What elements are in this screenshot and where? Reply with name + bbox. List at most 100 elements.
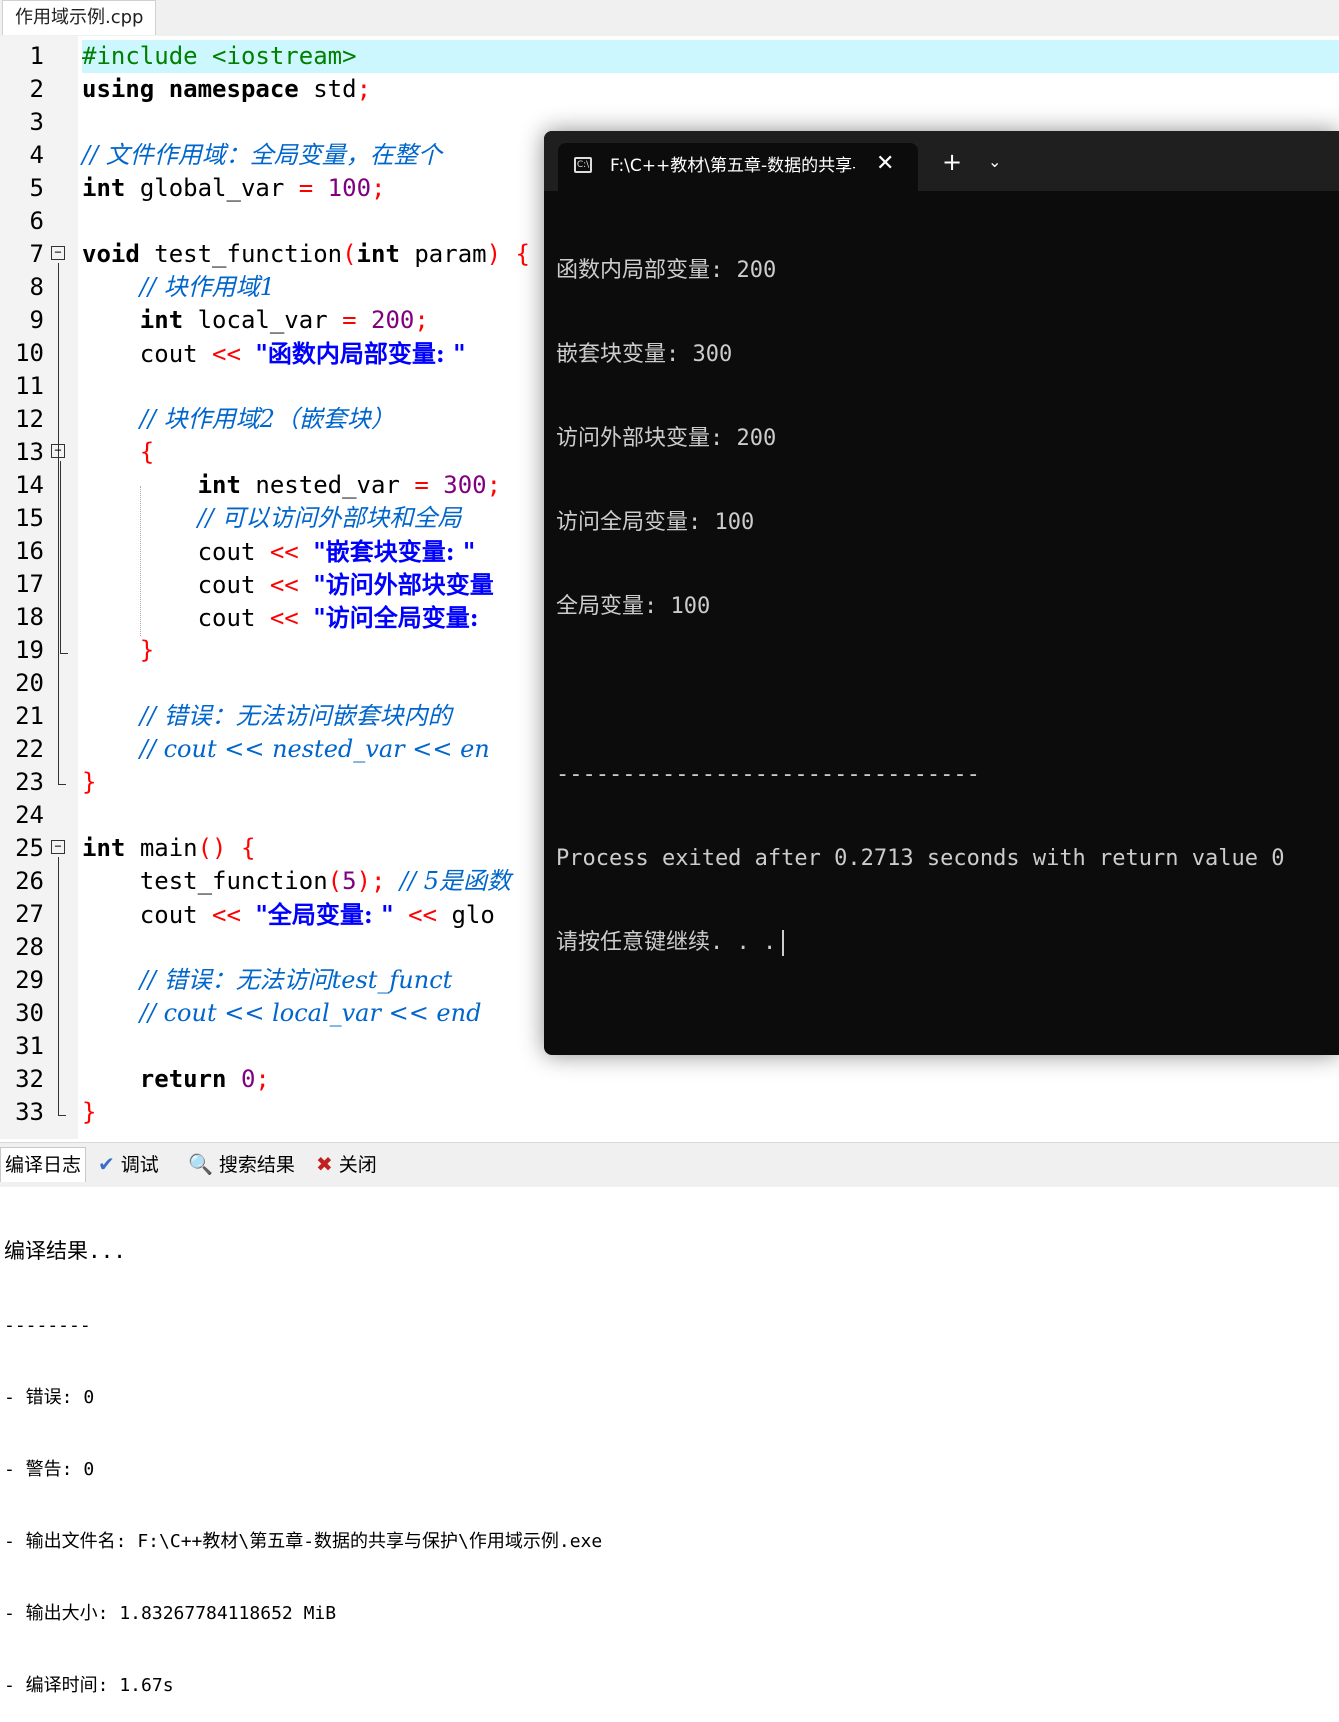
identifier: std	[313, 75, 357, 103]
number: 100	[327, 174, 372, 202]
string-literal: "嵌套块变量: "	[313, 537, 476, 566]
compile-log[interactable]: 编译结果... -------- - 错误: 0 - 警告: 0 - 输出文件名…	[4, 1188, 1334, 1722]
symbol: <<	[408, 901, 437, 929]
symbol: )	[486, 240, 502, 268]
string-literal: "函数内局部变量: "	[255, 339, 466, 368]
console-line: 函数内局部变量: 200	[556, 258, 777, 283]
keyword: int	[139, 306, 184, 334]
symbol: }	[82, 768, 97, 796]
symbol: {	[139, 438, 155, 466]
keyword: int	[82, 174, 126, 202]
line-number: 31	[15, 1032, 44, 1060]
close-icon[interactable]: ✕	[876, 151, 894, 177]
symbol: }	[82, 1098, 97, 1126]
line-number: 10	[15, 339, 44, 367]
console-tab[interactable]: C:\ F:\C++教材\第五章-数据的共享与保护\作用域示例.exe ✕	[558, 143, 918, 191]
identifier: main	[139, 834, 198, 862]
identifier: test_function	[154, 240, 343, 268]
symbol: <<	[269, 538, 299, 566]
chevron-down-icon[interactable]: ⌄	[988, 151, 1001, 173]
comment: // cout << local_var << end	[139, 999, 482, 1027]
symbol: <<	[269, 571, 299, 599]
file-tab[interactable]: 作用域示例.cpp	[2, 0, 157, 35]
tab-compile-log[interactable]: 编译日志	[0, 1147, 87, 1182]
symbol: =	[298, 174, 314, 202]
keyword: int	[82, 834, 126, 862]
line-number: 6	[29, 207, 44, 235]
symbol: ;	[356, 75, 372, 103]
code-line[interactable]: 32 return 0;	[0, 1063, 1339, 1096]
fold-collapse-icon[interactable]: −	[51, 444, 65, 458]
identifier: local_var	[197, 306, 328, 334]
code-line[interactable]: 2 using namespace std;	[0, 73, 1339, 106]
keyword: using	[82, 75, 155, 103]
line-number: 24	[15, 801, 44, 829]
console-line: --------------------------------	[556, 762, 980, 787]
keyword: int	[197, 471, 241, 499]
line-number: 26	[15, 867, 44, 895]
console-line: 访问外部块变量: 200	[556, 426, 777, 451]
console-line: 访问全局变量: 100	[556, 510, 755, 535]
code-line[interactable]: 33 }	[0, 1096, 1339, 1129]
new-tab-button[interactable]: +	[942, 149, 962, 175]
tab-close[interactable]: ✖ 关闭	[312, 1147, 381, 1181]
console-line: 嵌套块变量: 300	[556, 342, 733, 367]
comment: // 5是函数	[399, 867, 511, 895]
line-number: 28	[15, 933, 44, 961]
symbol: {	[515, 240, 530, 268]
fold-collapse-icon[interactable]: −	[51, 840, 65, 854]
code-line[interactable]: 1 #include <iostream>	[0, 40, 1339, 73]
console-tab-title: F:\C++教材\第五章-数据的共享与保护\作用域示例.exe	[610, 156, 855, 176]
console-line: 全局变量: 100	[556, 594, 711, 619]
comment: // 块作用域1	[139, 273, 275, 301]
file-tab-strip: 作用域示例.cpp	[0, 0, 1339, 36]
line-number: 30	[15, 999, 44, 1027]
check-icon: ✔	[98, 1152, 115, 1176]
line-number: 12	[15, 405, 44, 433]
console-titlebar[interactable]: C:\ F:\C++教材\第五章-数据的共享与保护\作用域示例.exe ✕ + …	[544, 131, 1339, 191]
line-number: 29	[15, 966, 44, 994]
line-number: 8	[29, 273, 44, 301]
identifier: cout	[139, 340, 198, 368]
line-number: 20	[15, 669, 44, 697]
identifier: cout	[139, 901, 198, 929]
tab-label: 调试	[120, 1154, 159, 1176]
line-number: 17	[15, 570, 44, 598]
log-line: - 输出文件名: F:\C++教材\第五章-数据的共享与保护\作用域示例.exe	[4, 1531, 603, 1552]
console-line: Process exited after 0.2713 seconds with…	[556, 846, 1285, 871]
keyword: namespace	[168, 75, 299, 103]
line-number: 15	[15, 504, 44, 532]
comment: // 错误：无法访问嵌套块内的	[139, 702, 452, 730]
comment: // 块作用域2（嵌套块）	[139, 405, 395, 433]
line-number: 1	[29, 42, 44, 70]
preprocessor: #include <iostream>	[82, 42, 357, 70]
console-window[interactable]: C:\ F:\C++教材\第五章-数据的共享与保护\作用域示例.exe ✕ + …	[544, 131, 1339, 1055]
string-literal: "访问全局变量:	[313, 603, 479, 632]
symbol: <<	[269, 604, 299, 632]
symbol: <<	[212, 901, 241, 929]
tab-label: 关闭	[338, 1154, 377, 1176]
tab-search-results[interactable]: 🔍 搜索结果	[184, 1147, 299, 1181]
string-literal: "全局变量: "	[255, 900, 394, 929]
symbol: ()	[197, 834, 227, 862]
symbol: )	[356, 867, 371, 895]
console-prompt-line: 请按任意键继续. . .	[556, 929, 1336, 957]
comment: // cout << nested_var << en	[139, 735, 490, 763]
symbol: }	[139, 636, 155, 664]
symbol: (	[327, 867, 343, 895]
symbol: <<	[212, 340, 241, 368]
line-number: 3	[29, 108, 44, 136]
tab-debug[interactable]: ✔ 调试	[94, 1147, 163, 1181]
fold-collapse-icon[interactable]: −	[51, 246, 65, 260]
console-output[interactable]: 函数内局部变量: 200 嵌套块变量: 300 访问外部块变量: 200 访问全…	[556, 201, 1336, 1013]
string-literal: "访问外部块变量	[313, 570, 494, 599]
line-number: 25	[15, 834, 44, 862]
symbol: ;	[371, 867, 386, 895]
close-icon: ✖	[316, 1152, 333, 1176]
log-line: - 警告: 0	[4, 1459, 95, 1480]
line-number: 4	[29, 141, 44, 169]
log-line: - 编译时间: 1.67s	[4, 1675, 174, 1696]
identifier: nested_var	[255, 471, 400, 499]
number: 300	[443, 471, 487, 499]
